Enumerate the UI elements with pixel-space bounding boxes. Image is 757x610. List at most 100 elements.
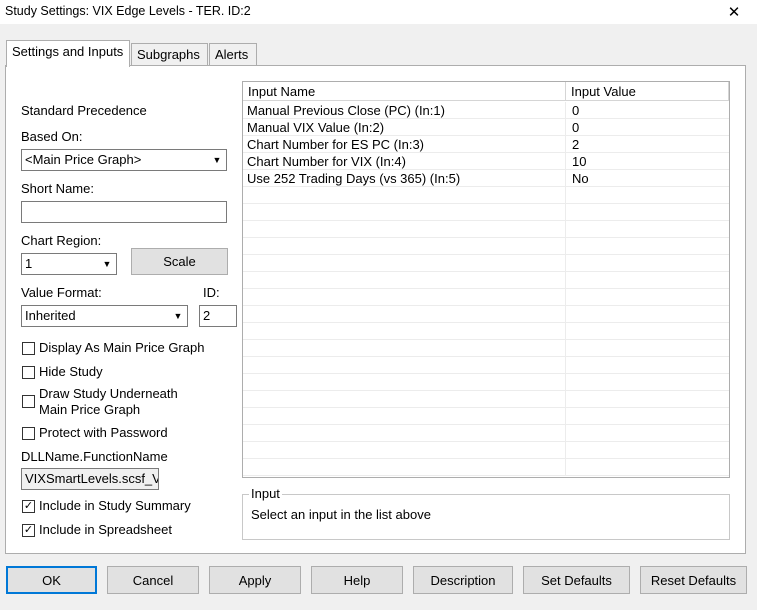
close-button[interactable]: ✕ — [711, 0, 757, 24]
table-row[interactable] — [243, 425, 729, 442]
input-name-cell[interactable]: Manual VIX Value (In:2) — [243, 119, 566, 136]
dll-name-field[interactable]: VIXSmartLevels.scsf_V — [21, 468, 159, 490]
short-name-input[interactable] — [21, 201, 227, 223]
input-name-cell[interactable]: Use 252 Trading Days (vs 365) (In:5) — [243, 170, 566, 187]
input-name-cell[interactable] — [243, 221, 566, 238]
ok-button[interactable]: OK — [6, 566, 97, 594]
input-name-cell[interactable] — [243, 306, 566, 323]
table-row[interactable] — [243, 204, 729, 221]
table-row[interactable] — [243, 306, 729, 323]
protect-password-checkbox[interactable] — [22, 427, 35, 440]
input-name-cell[interactable] — [243, 425, 566, 442]
tab-label: Subgraphs — [137, 47, 200, 62]
tab-subgraphs[interactable]: Subgraphs — [131, 43, 208, 67]
table-row[interactable] — [243, 221, 729, 238]
inputs-grid[interactable]: Input Name Input Value Manual Previous C… — [242, 81, 730, 478]
table-row[interactable]: Chart Number for VIX (In:4) 10 — [243, 153, 729, 170]
reset-defaults-button[interactable]: Reset Defaults — [640, 566, 747, 594]
scale-button[interactable]: Scale — [131, 248, 228, 275]
input-value-cell[interactable] — [566, 272, 729, 289]
input-value-cell[interactable]: No — [566, 170, 729, 187]
cancel-button[interactable]: Cancel — [107, 566, 199, 594]
input-value-cell[interactable]: 0 — [566, 119, 729, 136]
include-summary-checkbox[interactable]: ✓ — [22, 500, 35, 513]
column-header-input-name[interactable]: Input Name — [243, 82, 566, 101]
table-row[interactable] — [243, 391, 729, 408]
include-spreadsheet-checkbox[interactable]: ✓ — [22, 524, 35, 537]
input-value-cell[interactable] — [566, 187, 729, 204]
table-row[interactable]: Chart Number for ES PC (In:3) 2 — [243, 136, 729, 153]
table-row[interactable]: Use 252 Trading Days (vs 365) (In:5) No — [243, 170, 729, 187]
input-value-cell[interactable] — [566, 357, 729, 374]
table-row[interactable] — [243, 357, 729, 374]
include-summary-label: Include in Study Summary — [39, 498, 191, 513]
apply-button[interactable]: Apply — [209, 566, 301, 594]
table-row[interactable] — [243, 323, 729, 340]
tab-label: Settings and Inputs — [12, 44, 124, 59]
input-value-cell[interactable] — [566, 306, 729, 323]
based-on-value: <Main Price Graph> — [25, 152, 142, 167]
input-name-cell[interactable] — [243, 323, 566, 340]
input-name-cell[interactable] — [243, 391, 566, 408]
close-icon: ✕ — [727, 4, 741, 21]
input-name-cell[interactable] — [243, 289, 566, 306]
table-row[interactable] — [243, 374, 729, 391]
display-as-main-checkbox[interactable] — [22, 342, 35, 355]
input-value-cell[interactable] — [566, 238, 729, 255]
input-value-cell[interactable] — [566, 340, 729, 357]
input-value-cell[interactable] — [566, 289, 729, 306]
description-button[interactable]: Description — [413, 566, 513, 594]
table-row[interactable] — [243, 272, 729, 289]
input-name-cell[interactable] — [243, 238, 566, 255]
chart-region-select[interactable]: 1 ▼ — [21, 253, 117, 275]
table-row[interactable]: Manual VIX Value (In:2) 0 — [243, 119, 729, 136]
draw-underneath-checkbox[interactable] — [22, 395, 35, 408]
input-name-cell[interactable] — [243, 187, 566, 204]
table-row[interactable] — [243, 340, 729, 357]
input-name-cell[interactable]: Chart Number for ES PC (In:3) — [243, 136, 566, 153]
input-name-cell[interactable]: Chart Number for VIX (In:4) — [243, 153, 566, 170]
chart-region-value: 1 — [25, 256, 33, 271]
input-name-cell[interactable] — [243, 357, 566, 374]
table-row[interactable] — [243, 459, 729, 476]
input-name-cell[interactable] — [243, 459, 566, 476]
input-value-cell[interactable] — [566, 323, 729, 340]
input-value-cell[interactable] — [566, 374, 729, 391]
input-name-cell[interactable] — [243, 374, 566, 391]
input-name-cell[interactable] — [243, 408, 566, 425]
input-value-cell[interactable] — [566, 204, 729, 221]
tab-alerts[interactable]: Alerts — [209, 43, 257, 67]
set-defaults-button[interactable]: Set Defaults — [523, 566, 630, 594]
tab-settings-and-inputs[interactable]: Settings and Inputs — [6, 40, 130, 67]
table-row[interactable] — [243, 238, 729, 255]
input-value-cell[interactable] — [566, 442, 729, 459]
table-row[interactable] — [243, 187, 729, 204]
input-value-cell[interactable] — [566, 408, 729, 425]
input-value-cell[interactable]: 10 — [566, 153, 729, 170]
input-value-cell[interactable] — [566, 425, 729, 442]
column-header-input-value[interactable]: Input Value — [566, 82, 729, 101]
input-value-cell[interactable] — [566, 459, 729, 476]
id-input[interactable]: 2 — [199, 305, 237, 327]
input-value-cell[interactable] — [566, 221, 729, 238]
input-name-cell[interactable]: Manual Previous Close (PC) (In:1) — [243, 102, 566, 119]
input-name-cell[interactable] — [243, 204, 566, 221]
based-on-select[interactable]: <Main Price Graph> ▼ — [21, 149, 227, 171]
table-row[interactable] — [243, 408, 729, 425]
help-button[interactable]: Help — [311, 566, 403, 594]
input-name-cell[interactable] — [243, 255, 566, 272]
input-value-cell[interactable]: 0 — [566, 102, 729, 119]
value-format-select[interactable]: Inherited ▼ — [21, 305, 188, 327]
table-row[interactable] — [243, 255, 729, 272]
table-row[interactable] — [243, 442, 729, 459]
table-row[interactable]: Manual Previous Close (PC) (In:1) 0 — [243, 102, 729, 119]
input-value-cell[interactable] — [566, 391, 729, 408]
input-name-cell[interactable] — [243, 340, 566, 357]
chevron-down-icon: ▼ — [102, 259, 112, 269]
hide-study-checkbox[interactable] — [22, 366, 35, 379]
input-name-cell[interactable] — [243, 442, 566, 459]
input-value-cell[interactable] — [566, 255, 729, 272]
table-row[interactable] — [243, 289, 729, 306]
input-value-cell[interactable]: 2 — [566, 136, 729, 153]
input-name-cell[interactable] — [243, 272, 566, 289]
